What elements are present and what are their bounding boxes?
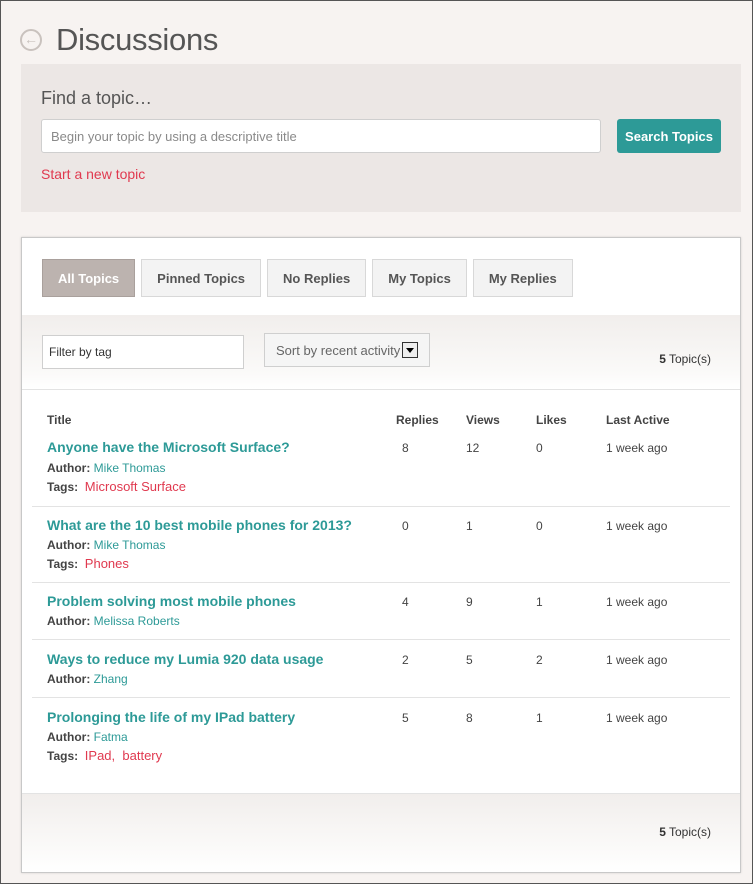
views-count: 1	[466, 519, 473, 533]
table-row: Ways to reduce my Lumia 920 data usage A…	[32, 640, 730, 698]
topic-author: Author: Melissa Roberts	[47, 614, 180, 628]
author-label: Author:	[47, 730, 91, 744]
page-header: ← Discussions	[20, 22, 218, 58]
search-topics-button[interactable]: Search Topics	[617, 119, 721, 153]
sort-dropdown[interactable]: Sort by recent activity	[264, 333, 430, 367]
likes-count: 1	[536, 711, 543, 725]
tag-link[interactable]: IPad	[85, 748, 112, 763]
table-row: Problem solving most mobile phones Autho…	[32, 583, 730, 640]
page-title: Discussions	[56, 22, 219, 57]
tab-no-replies[interactable]: No Replies	[267, 259, 367, 297]
author-label: Author:	[47, 672, 91, 686]
column-views[interactable]: Views	[466, 413, 500, 427]
topic-author: Author: Fatma	[47, 730, 128, 744]
column-replies[interactable]: Replies	[396, 413, 439, 427]
search-panel: Find a topic… Search Topics Start a new …	[21, 64, 741, 212]
replies-count: 5	[402, 711, 409, 725]
start-new-topic-link[interactable]: Start a new topic	[41, 166, 145, 182]
topic-tabs: All Topics Pinned Topics No Replies My T…	[42, 259, 579, 297]
sort-selected-label: Sort by recent activity	[276, 342, 401, 358]
column-last-active[interactable]: Last Active	[606, 413, 670, 427]
topic-count: 5 Topic(s)	[659, 825, 711, 839]
topic-count-label: Topic(s)	[665, 825, 711, 839]
replies-count: 2	[402, 653, 409, 667]
last-active: 1 week ago	[606, 519, 668, 533]
tab-pinned-topics[interactable]: Pinned Topics	[141, 259, 262, 297]
topic-count-number: 5	[659, 825, 666, 839]
topic-author: Author: Zhang	[47, 672, 128, 686]
find-topic-label: Find a topic…	[41, 88, 153, 108]
author-link[interactable]: Mike Thomas	[94, 461, 166, 475]
last-active: 1 week ago	[606, 711, 668, 725]
replies-count: 8	[402, 441, 409, 455]
topic-title-link[interactable]: Ways to reduce my Lumia 920 data usage	[47, 651, 323, 667]
tab-my-replies[interactable]: My Replies	[472, 259, 573, 297]
author-label: Author:	[47, 614, 91, 628]
author-link[interactable]: Melissa Roberts	[94, 614, 180, 628]
topic-title-link[interactable]: Prolonging the life of my IPad battery	[47, 709, 295, 725]
topic-tags: Tags: Phones	[47, 556, 129, 571]
last-active: 1 week ago	[606, 441, 668, 455]
topic-count-label: Topic(s)	[665, 352, 711, 366]
tags-label: Tags:	[47, 480, 79, 494]
tags-label: Tags:	[47, 749, 79, 763]
chevron-down-icon[interactable]	[402, 342, 418, 358]
table-row: Anyone have the Microsoft Surface? Autho…	[32, 434, 730, 507]
tag-separator: ,	[111, 748, 123, 763]
replies-count: 4	[402, 595, 409, 609]
last-active: 1 week ago	[606, 653, 668, 667]
tab-all-topics[interactable]: All Topics	[42, 259, 136, 297]
table-row: What are the 10 best mobile phones for 2…	[32, 507, 730, 583]
topic-title-link[interactable]: Anyone have the Microsoft Surface?	[47, 439, 290, 455]
replies-count: 0	[402, 519, 409, 533]
views-count: 5	[466, 653, 473, 667]
column-likes[interactable]: Likes	[536, 413, 567, 427]
tab-my-topics[interactable]: My Topics	[372, 259, 467, 297]
tags-label: Tags:	[47, 557, 79, 571]
tag-filter-input[interactable]	[42, 335, 244, 369]
likes-count: 0	[536, 441, 543, 455]
last-active: 1 week ago	[606, 595, 668, 609]
column-title[interactable]: Title	[47, 413, 71, 427]
topic-title-link[interactable]: Problem solving most mobile phones	[47, 593, 296, 609]
table-row: Prolonging the life of my IPad battery A…	[32, 698, 730, 778]
topic-title-link[interactable]: What are the 10 best mobile phones for 2…	[47, 517, 352, 533]
topic-author: Author: Mike Thomas	[47, 538, 165, 552]
footer-bar: 5 Topic(s)	[22, 793, 740, 872]
views-count: 8	[466, 711, 473, 725]
topic-author: Author: Mike Thomas	[47, 461, 165, 475]
views-count: 12	[466, 441, 480, 455]
likes-count: 2	[536, 653, 543, 667]
back-arrow-icon[interactable]: ←	[20, 29, 42, 51]
author-link[interactable]: Fatma	[94, 730, 128, 744]
topic-search-input[interactable]	[41, 119, 601, 153]
author-label: Author:	[47, 461, 91, 475]
topic-tags: Tags: Microsoft Surface	[47, 479, 186, 494]
topic-tags: Tags: IPad, battery	[47, 748, 162, 763]
author-label: Author:	[47, 538, 91, 552]
tag-link[interactable]: battery	[122, 748, 162, 763]
likes-count: 0	[536, 519, 543, 533]
views-count: 9	[466, 595, 473, 609]
likes-count: 1	[536, 595, 543, 609]
author-link[interactable]: Zhang	[94, 672, 128, 686]
topics-panel: All Topics Pinned Topics No Replies My T…	[21, 237, 741, 873]
topic-count-number: 5	[659, 352, 666, 366]
tag-link[interactable]: Microsoft Surface	[85, 479, 186, 494]
tag-link[interactable]: Phones	[85, 556, 129, 571]
filter-bar: Sort by recent activity 5 Topic(s)	[22, 315, 740, 390]
author-link[interactable]: Mike Thomas	[94, 538, 166, 552]
topic-count: 5 Topic(s)	[659, 352, 711, 366]
